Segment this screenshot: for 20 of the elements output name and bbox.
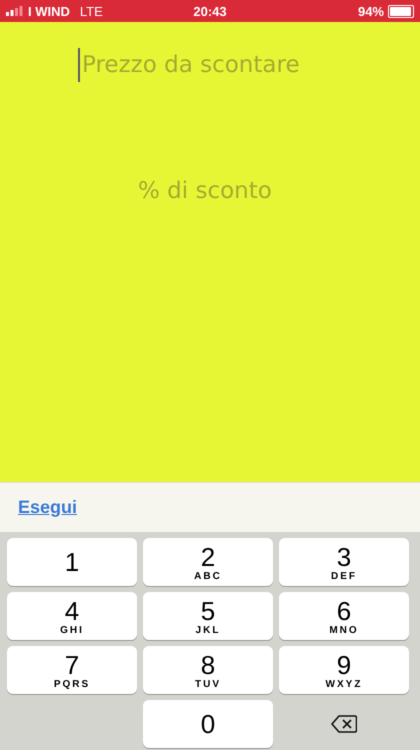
- number-key[interactable]: 9 WXYZ: [279, 646, 409, 694]
- battery-percent: 94%: [358, 4, 384, 18]
- number-key[interactable]: 5 JKL: [143, 592, 273, 640]
- input-field[interactable]: Prezzo da scontare: [82, 52, 322, 78]
- run-link[interactable]: Esegui: [18, 497, 78, 518]
- number-key[interactable]: 0: [143, 700, 273, 748]
- input-field[interactable]: % di sconto: [138, 178, 378, 204]
- number-key[interactable]: 2 ABC: [143, 538, 273, 586]
- number-key[interactable]: 8 TUV: [143, 646, 273, 694]
- number-key[interactable]: 3 DEF: [279, 538, 409, 586]
- signal-icon: [6, 6, 24, 16]
- clock-time: 20:43: [193, 4, 227, 18]
- number-key[interactable]: 7 PQRS: [7, 646, 137, 694]
- battery-icon: [388, 4, 414, 18]
- number-key[interactable]: 4 GHI: [7, 592, 137, 640]
- network-type: LTE: [80, 4, 103, 18]
- number-key[interactable]: 6 MNO: [279, 592, 409, 640]
- carrier-name: I WIND: [28, 4, 70, 18]
- number-key[interactable]: 1: [7, 538, 137, 586]
- backspace-icon[interactable]: [331, 715, 357, 733]
